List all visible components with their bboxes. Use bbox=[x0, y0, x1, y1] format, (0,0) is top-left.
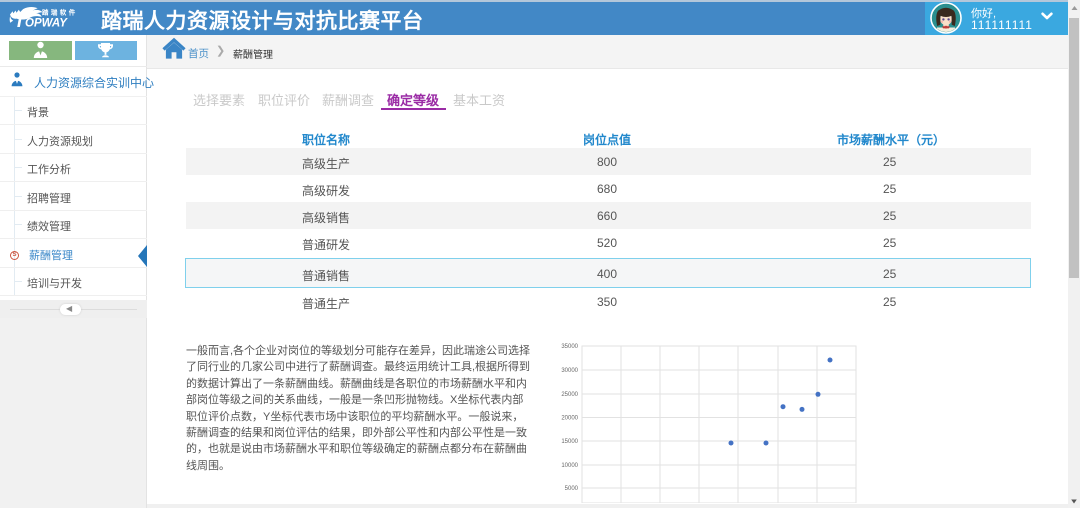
svg-text:踏瑞软件: 踏瑞软件 bbox=[42, 8, 78, 17]
svg-text:25000: 25000 bbox=[561, 392, 578, 398]
svg-text:15000: 15000 bbox=[561, 439, 578, 445]
svg-text:30000: 30000 bbox=[561, 368, 578, 374]
svg-text:5000: 5000 bbox=[565, 486, 579, 492]
svg-text:20000: 20000 bbox=[561, 416, 578, 422]
svg-text:10000: 10000 bbox=[561, 463, 578, 469]
svg-text:35000: 35000 bbox=[561, 344, 578, 350]
